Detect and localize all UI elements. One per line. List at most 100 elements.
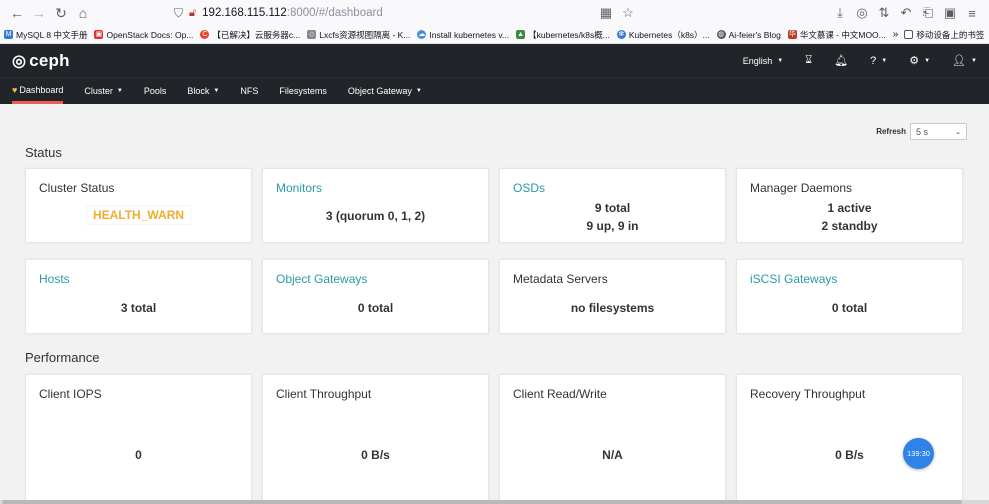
settings-dropdown[interactable]: ⚙ ▼ xyxy=(909,54,930,67)
bookmark-item[interactable]: ◍ Ai-feier's Blog xyxy=(716,30,781,40)
menu-icon[interactable]: ≡ xyxy=(961,6,983,21)
card-client-read-write: Client Read/Write N/A xyxy=(499,374,726,504)
bookmark-item[interactable]: C 【已解决】云服务器c... xyxy=(200,29,300,41)
card-title-link[interactable]: Object Gateways xyxy=(276,272,367,286)
card-title: Manager Daemons xyxy=(750,181,853,195)
library-icon[interactable]: ⎗ xyxy=(917,5,939,21)
bookmark-item[interactable]: ▲ 【kubernetes/k8s概... xyxy=(516,29,610,41)
user-icon: 👤︎ xyxy=(952,55,967,67)
card-monitors: Monitors 3 (quorum 0, 1, 2) xyxy=(262,168,489,243)
heart-icon: ♥ xyxy=(12,84,18,95)
card-iscsi-gateways: iSCSI Gateways 0 total xyxy=(736,259,963,334)
cloud-icon: ☁ xyxy=(417,30,427,39)
performance-section-title: Performance xyxy=(25,350,100,365)
user-dropdown[interactable]: 👤︎ ▼ xyxy=(952,54,977,67)
extension-icon[interactable]: ⇅ xyxy=(873,5,895,21)
card-value: 0 total xyxy=(357,301,394,315)
card-title-link[interactable]: iSCSI Gateways xyxy=(750,272,837,286)
bookmark-item[interactable]: ✻ Kubernetes（k8s）... xyxy=(616,29,710,41)
url-host: 192.168.115.112 xyxy=(202,7,287,19)
ceph-logo-icon: ◎ xyxy=(12,52,27,70)
card-title: Cluster Status xyxy=(39,181,115,195)
bookmark-item[interactable]: M MySQL 8 中文手册 xyxy=(4,29,87,41)
card-recovery-throughput: Recovery Throughput 0 B/s xyxy=(736,374,963,504)
caret-down-icon: ▼ xyxy=(116,88,123,94)
language-dropdown[interactable]: English ▼ xyxy=(743,56,783,66)
scrollbar-thumb[interactable] xyxy=(2,500,962,504)
card-value: 1 active xyxy=(827,201,872,215)
card-value: 3 (quorum 0, 1, 2) xyxy=(325,209,426,223)
mooc-icon: 华 xyxy=(787,30,797,39)
card-title: Recovery Throughput xyxy=(750,387,866,401)
card-value: no filesystems xyxy=(570,301,655,315)
card-cluster-status: Cluster Status HEALTH_WARN xyxy=(25,168,252,243)
sidebar-icon[interactable]: ▣ xyxy=(939,5,961,21)
bookmark-item[interactable]: ☁ Install kubernetes v... xyxy=(417,30,509,40)
home-icon[interactable]: ⌂ xyxy=(72,5,94,21)
mysql-icon: M xyxy=(4,30,13,39)
health-status-badge: HEALTH_WARN xyxy=(85,205,192,225)
bookmark-item[interactable]: 华华文慕课 - 中文MOO... xyxy=(787,29,886,41)
nav-filesystems[interactable]: Filesystems xyxy=(279,78,327,104)
card-metadata-servers: Metadata Servers no filesystems xyxy=(499,259,726,334)
card-value: N/A xyxy=(602,448,623,462)
dashboard-main: Refresh 5 s ⌄ Status Cluster Status HEALT… xyxy=(0,104,989,504)
card-title: Client Throughput xyxy=(276,387,372,401)
card-value: 9 total xyxy=(594,201,631,215)
nav-block[interactable]: Block ▼ xyxy=(187,78,219,104)
caret-down-icon: ▼ xyxy=(881,57,888,64)
bookmarks-bar: M MySQL 8 中文手册 ▣ OpenStack Docs: Op... C 【已… xyxy=(0,26,989,44)
ceph-header: ◎ ceph English ▼ ⌛︎ 🔔︎ ? ▼ ⚙ ▼ 👤︎ ▼ xyxy=(0,44,989,77)
card-value: 9 up, 9 in xyxy=(586,219,639,233)
shield-icon: ◇ xyxy=(307,30,317,39)
caret-down-icon: ▼ xyxy=(213,88,220,94)
card-osds: OSDs 9 total 9 up, 9 in xyxy=(499,168,726,243)
nav-nfs[interactable]: NFS xyxy=(240,78,258,104)
reload-icon[interactable]: ↻ xyxy=(50,5,72,22)
card-value: 0 total xyxy=(831,301,868,315)
insecure-lock-icon[interactable]: 🔓︎ xyxy=(189,7,196,20)
bookmarks-overflow-button[interactable]: » xyxy=(893,29,899,40)
bookmark-item[interactable]: ◇ Lxcfs资源视图隔离 - K... xyxy=(307,29,410,41)
download-icon[interactable]: ⤓ xyxy=(829,5,851,21)
caret-down-icon: ▼ xyxy=(777,57,784,64)
mobile-bookmarks[interactable]: 移动设备上的书签 xyxy=(904,29,984,41)
card-title-link[interactable]: OSDs xyxy=(513,181,545,195)
floating-timer-badge[interactable]: 139:30 xyxy=(903,438,934,469)
card-title-link[interactable]: Monitors xyxy=(276,181,322,195)
card-value: 0 B/s xyxy=(361,448,390,462)
horizontal-scrollbar[interactable] xyxy=(0,500,989,504)
image-icon: ▲ xyxy=(516,30,526,39)
card-title-link[interactable]: Hosts xyxy=(39,272,70,286)
ceph-logo[interactable]: ◎ ceph xyxy=(12,51,70,71)
hourglass-icon[interactable]: ⌛︎ xyxy=(805,54,812,67)
globe-icon: ◍ xyxy=(716,30,726,39)
nav-pools[interactable]: Pools xyxy=(144,78,167,104)
card-hosts: Hosts 3 total xyxy=(25,259,252,334)
refresh-control: Refresh 5 s ⌄ xyxy=(876,123,967,140)
card-value: 0 xyxy=(135,448,142,462)
address-bar[interactable]: ⛉ 🔓︎ 192.168.115.112:8000/#/dashboard xyxy=(174,6,383,21)
bookmark-star-icon[interactable]: ☆ xyxy=(617,5,639,21)
nav-object-gateway[interactable]: Object Gateway ▼ xyxy=(348,78,422,104)
undo-icon[interactable]: ↶ xyxy=(895,5,917,21)
folder-icon xyxy=(904,30,914,39)
bell-icon[interactable]: 🔔︎ xyxy=(834,54,848,67)
card-title: Metadata Servers xyxy=(513,272,608,286)
back-arrow-icon[interactable]: ← xyxy=(6,5,28,21)
help-dropdown[interactable]: ? ▼ xyxy=(870,55,887,67)
nav-dashboard[interactable]: ♥ Dashboard xyxy=(12,78,64,104)
nav-cluster[interactable]: Cluster ▼ xyxy=(84,78,122,104)
bookmark-item[interactable]: ▣ OpenStack Docs: Op... xyxy=(94,30,193,40)
csdn-icon: C xyxy=(200,30,210,39)
card-client-iops: Client IOPS 0 xyxy=(25,374,252,504)
card-value: 2 standby xyxy=(821,219,878,233)
tracking-shield-icon[interactable]: ⛉ xyxy=(174,6,183,21)
forward-arrow-icon[interactable]: → xyxy=(28,5,50,21)
flower-icon: ✻ xyxy=(616,30,626,39)
account-icon[interactable]: ◎ xyxy=(851,5,873,21)
browser-toolbar: ← → ↻ ⌂ ⛉ 🔓︎ 192.168.115.112:8000/#/dash… xyxy=(0,0,989,26)
question-icon: ? xyxy=(870,54,877,67)
refresh-interval-select[interactable]: 5 s ⌄ xyxy=(910,123,967,140)
translate-icon[interactable]: ▦ xyxy=(595,5,617,21)
